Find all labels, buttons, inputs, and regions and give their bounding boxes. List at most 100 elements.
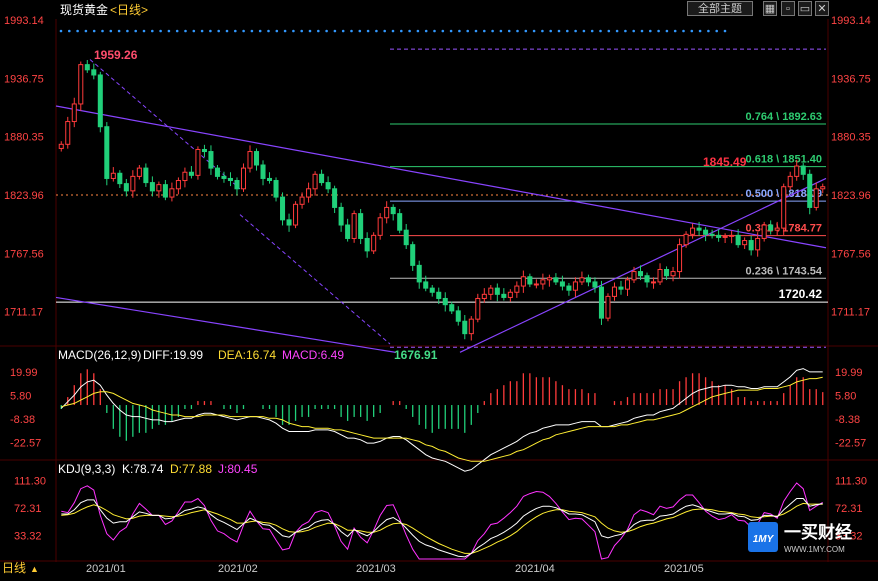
top-dot	[549, 29, 552, 33]
chart-svg[interactable]: 现货黄金 <日线> 1993.14 1993.14 1936.75 1936.75 18…	[0, 0, 878, 576]
chart-period[interactable]: <日线>	[110, 3, 148, 17]
minimize-icon[interactable]: ▫	[781, 1, 795, 16]
candle-up	[787, 175, 793, 188]
macd-tick-right: -8.38	[835, 414, 860, 426]
support-label: 1720.42	[779, 287, 823, 301]
candle-down	[221, 175, 227, 179]
candle-down	[703, 229, 709, 235]
top-dot	[682, 29, 685, 33]
candle-down	[494, 287, 500, 295]
top-dot	[175, 29, 179, 33]
top-dot	[433, 29, 436, 33]
macd-label: MACD(26,12,9)	[58, 348, 141, 362]
candle-up	[507, 291, 513, 298]
candle-down	[397, 213, 403, 231]
candle-up	[488, 287, 494, 295]
top-dot	[624, 29, 627, 33]
top-dot	[466, 29, 470, 33]
top-dot	[715, 29, 718, 33]
top-dot	[391, 29, 395, 33]
fib-label: 0.236 \ 1743.54	[746, 265, 823, 277]
top-dot-row	[59, 29, 727, 33]
window-icon[interactable]: ▭	[798, 1, 812, 16]
top-dot	[192, 29, 196, 33]
candle-down	[234, 180, 240, 190]
macd-dea: DEA:16.74	[218, 348, 276, 362]
candle-up	[677, 244, 683, 273]
top-dot	[516, 29, 519, 33]
candle-up	[774, 227, 780, 231]
top-dot	[59, 29, 63, 33]
candle-down	[585, 277, 591, 283]
period-arrow-icon[interactable]: ▲	[30, 564, 39, 574]
last-high-label: 1845.49	[703, 155, 747, 169]
candle-up	[58, 143, 64, 149]
candle-down	[358, 213, 364, 239]
candle-up	[78, 64, 84, 105]
top-dot	[167, 29, 171, 33]
top-dot	[673, 29, 677, 33]
candle-up	[631, 271, 637, 281]
grid-icon[interactable]: ▦	[763, 1, 777, 16]
candle-up	[175, 180, 181, 190]
candle-up	[546, 277, 552, 281]
y-tick-left: 1711.17	[4, 307, 43, 319]
candle-down	[280, 196, 286, 221]
y-tick-right: 1936.75	[831, 73, 871, 85]
candle-down	[84, 64, 90, 71]
top-dot	[184, 29, 187, 33]
top-dot	[300, 29, 304, 33]
candle-up	[195, 148, 201, 176]
candle-up	[729, 234, 735, 237]
candle-up	[169, 188, 175, 198]
top-dot	[400, 29, 403, 33]
candle-up	[293, 203, 299, 226]
candle-down	[208, 151, 214, 169]
macd-value: MACD:6.49	[282, 348, 344, 362]
candle-up	[240, 167, 247, 190]
top-dot	[209, 29, 212, 33]
candle-up	[611, 286, 617, 297]
top-dot	[499, 29, 503, 33]
top-dot	[126, 29, 129, 33]
candle-up	[742, 240, 748, 246]
candle-up	[683, 233, 689, 246]
y-tick-left: 1767.56	[4, 248, 44, 260]
top-dot	[350, 29, 353, 33]
candle-up	[182, 171, 188, 182]
close-icon[interactable]: ✕	[815, 1, 829, 16]
macd-tick-left: 19.99	[10, 367, 38, 379]
candle-up	[781, 186, 787, 229]
candle-down	[644, 275, 650, 283]
macd-tick-right: 5.80	[835, 390, 856, 402]
candle-down	[97, 74, 103, 128]
candle-down	[201, 148, 207, 153]
top-dot	[408, 29, 411, 33]
candle-down	[214, 167, 220, 177]
candle-down	[598, 286, 604, 319]
top-dot	[134, 29, 137, 33]
top-dot	[582, 29, 586, 33]
kdj-d: D:77.88	[170, 462, 212, 476]
candle-down	[664, 269, 670, 277]
theme-button[interactable]: 全部主题	[687, 1, 753, 16]
candle-down	[267, 177, 273, 182]
top-dot	[383, 29, 387, 33]
top-dot	[665, 29, 669, 33]
top-dot	[507, 29, 511, 33]
top-dot	[707, 29, 710, 33]
y-tick-left: 1823.96	[4, 190, 44, 202]
top-dot	[615, 29, 619, 33]
candle-up	[481, 293, 487, 299]
x-axis-period[interactable]: 日线	[2, 561, 26, 575]
candle-up	[312, 173, 318, 190]
candle-up	[65, 121, 71, 145]
gold-chart-screen: 全部主题 ▦ ▫ ▭ ✕ 现货黄金 <日线> 1993.14 1993.14 193…	[0, 0, 878, 576]
x-tick-mar: 2021/03	[356, 563, 396, 575]
top-dot	[607, 29, 611, 33]
y-tick-right: 1823.96	[831, 190, 871, 202]
top-dot	[366, 29, 370, 33]
candle-down	[117, 172, 123, 185]
candle-down	[566, 285, 572, 291]
top-dot	[200, 29, 204, 33]
